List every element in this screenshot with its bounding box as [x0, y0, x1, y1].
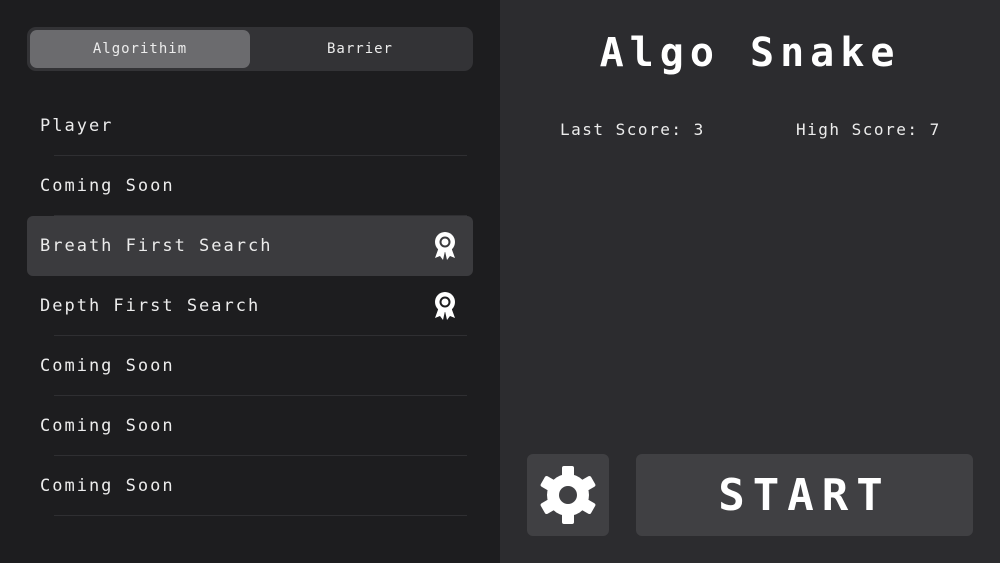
settings-button[interactable] [527, 454, 609, 536]
list-item-player[interactable]: Player [27, 96, 473, 156]
high-score: High Score: 7 [796, 120, 941, 139]
list-item-label: Coming Soon [40, 356, 175, 376]
list-item-coming-soon[interactable]: Coming Soon [27, 456, 473, 516]
award-ribbon-icon [435, 292, 455, 320]
mode-segmented-control: Algorithim Barrier [27, 27, 473, 71]
gear-icon [540, 466, 596, 524]
award-ribbon-icon [435, 232, 455, 260]
list-item-depth-first-search[interactable]: Depth First Search [27, 276, 473, 336]
game-title: Algo Snake [599, 30, 901, 76]
list-item-coming-soon[interactable]: Coming Soon [27, 396, 473, 456]
list-item-label: Coming Soon [40, 416, 175, 436]
list-item-label: Coming Soon [40, 476, 175, 496]
tab-algorithm[interactable]: Algorithim [30, 30, 250, 68]
tab-barrier[interactable]: Barrier [250, 30, 470, 68]
last-score: Last Score: 3 [560, 120, 705, 139]
list-item-label: Breath First Search [40, 236, 273, 256]
main-panel: Algo Snake Last Score: 3 High Score: 7 S… [500, 0, 1000, 563]
list-item-label: Coming Soon [40, 176, 175, 196]
start-button[interactable]: START [636, 454, 973, 536]
list-item-coming-soon[interactable]: Coming Soon [27, 336, 473, 396]
algorithm-list: Player Coming Soon Breath First Search D… [27, 96, 473, 516]
list-item-coming-soon[interactable]: Coming Soon [27, 156, 473, 216]
sidebar: Algorithim Barrier Player Coming Soon Br… [0, 0, 500, 563]
list-item-label: Depth First Search [40, 296, 261, 316]
list-item-label: Player [40, 116, 114, 136]
list-item-breadth-first-search[interactable]: Breath First Search [27, 216, 473, 276]
